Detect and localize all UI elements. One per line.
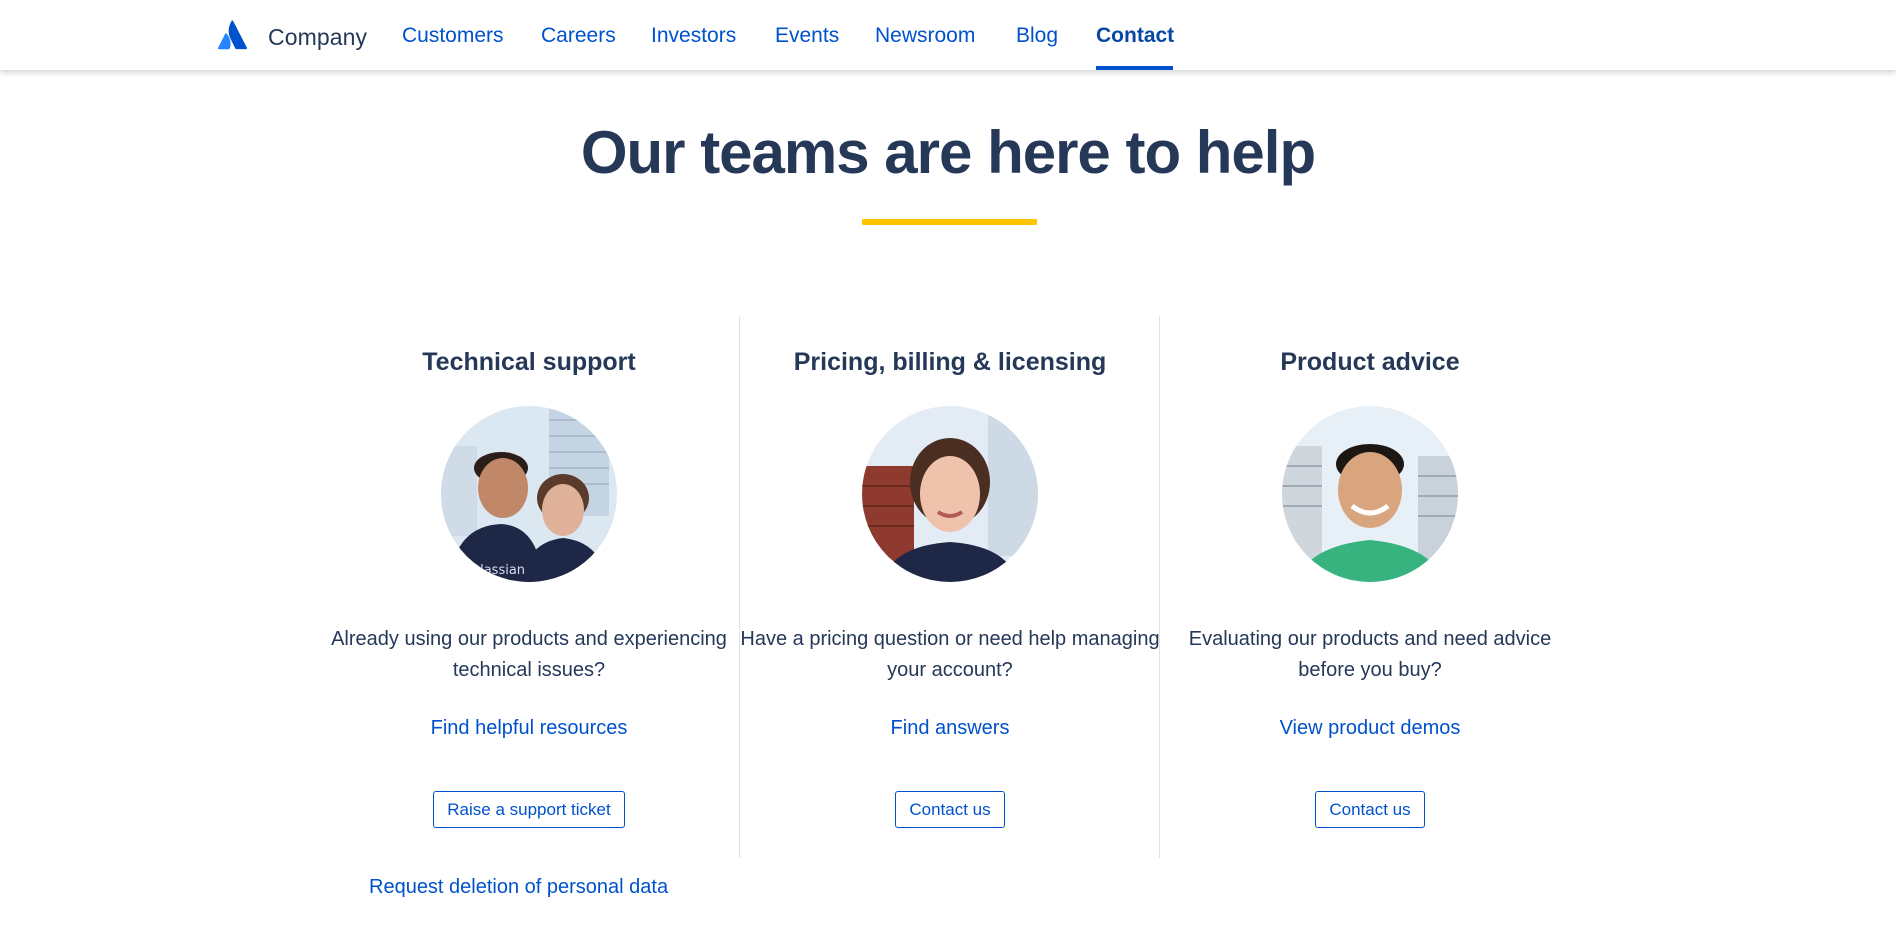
- title-accent-rule: [862, 219, 1037, 225]
- support-team-photo: tlassian: [441, 406, 617, 582]
- card-description: Already using our products and experienc…: [331, 628, 727, 681]
- card-title: Product advice: [1280, 348, 1460, 376]
- top-navigation-bar: Company Customers Careers Investors Even…: [0, 0, 1896, 70]
- atlassian-logo-icon: [217, 20, 248, 50]
- card-title: Technical support: [422, 348, 636, 376]
- card-button-row: Contact us: [1160, 791, 1580, 828]
- card-title: Pricing, billing & licensing: [793, 348, 1107, 376]
- column-divider: [1159, 316, 1160, 858]
- find-helpful-resources-link[interactable]: Find helpful resources: [319, 717, 739, 740]
- active-nav-indicator: [1096, 66, 1173, 70]
- page-title: Our teams are here to help: [580, 119, 1316, 186]
- find-answers-link[interactable]: Find answers: [740, 717, 1160, 740]
- card-button-row: Raise a support ticket: [319, 791, 739, 828]
- view-product-demos-link[interactable]: View product demos: [1160, 717, 1580, 740]
- request-data-deletion-link[interactable]: Request deletion of personal data: [369, 876, 668, 899]
- nav-newsroom[interactable]: Newsroom: [875, 24, 975, 48]
- column-divider: [739, 316, 740, 858]
- nav-blog[interactable]: Blog: [1016, 24, 1058, 48]
- product-advice-photo: [1282, 406, 1458, 582]
- nav-investors[interactable]: Investors: [651, 24, 736, 48]
- svg-text:tlassian: tlassian: [475, 563, 525, 578]
- contact-us-button[interactable]: Contact us: [1315, 791, 1425, 828]
- card-button-row: Contact us: [740, 791, 1160, 828]
- nav-contact[interactable]: Contact: [1096, 24, 1174, 48]
- raise-support-ticket-button[interactable]: Raise a support ticket: [433, 791, 625, 828]
- nav-careers[interactable]: Careers: [541, 24, 616, 48]
- card-description: Have a pricing question or need help man…: [740, 628, 1160, 681]
- nav-customers[interactable]: Customers: [402, 24, 504, 48]
- billing-team-photo: [862, 406, 1038, 582]
- brand-name[interactable]: Company: [268, 24, 367, 51]
- brand-logo-link[interactable]: [217, 17, 249, 53]
- contact-us-button[interactable]: Contact us: [895, 791, 1005, 828]
- card-description: Evaluating our products and need advice …: [1188, 628, 1552, 681]
- nav-events[interactable]: Events: [775, 24, 839, 48]
